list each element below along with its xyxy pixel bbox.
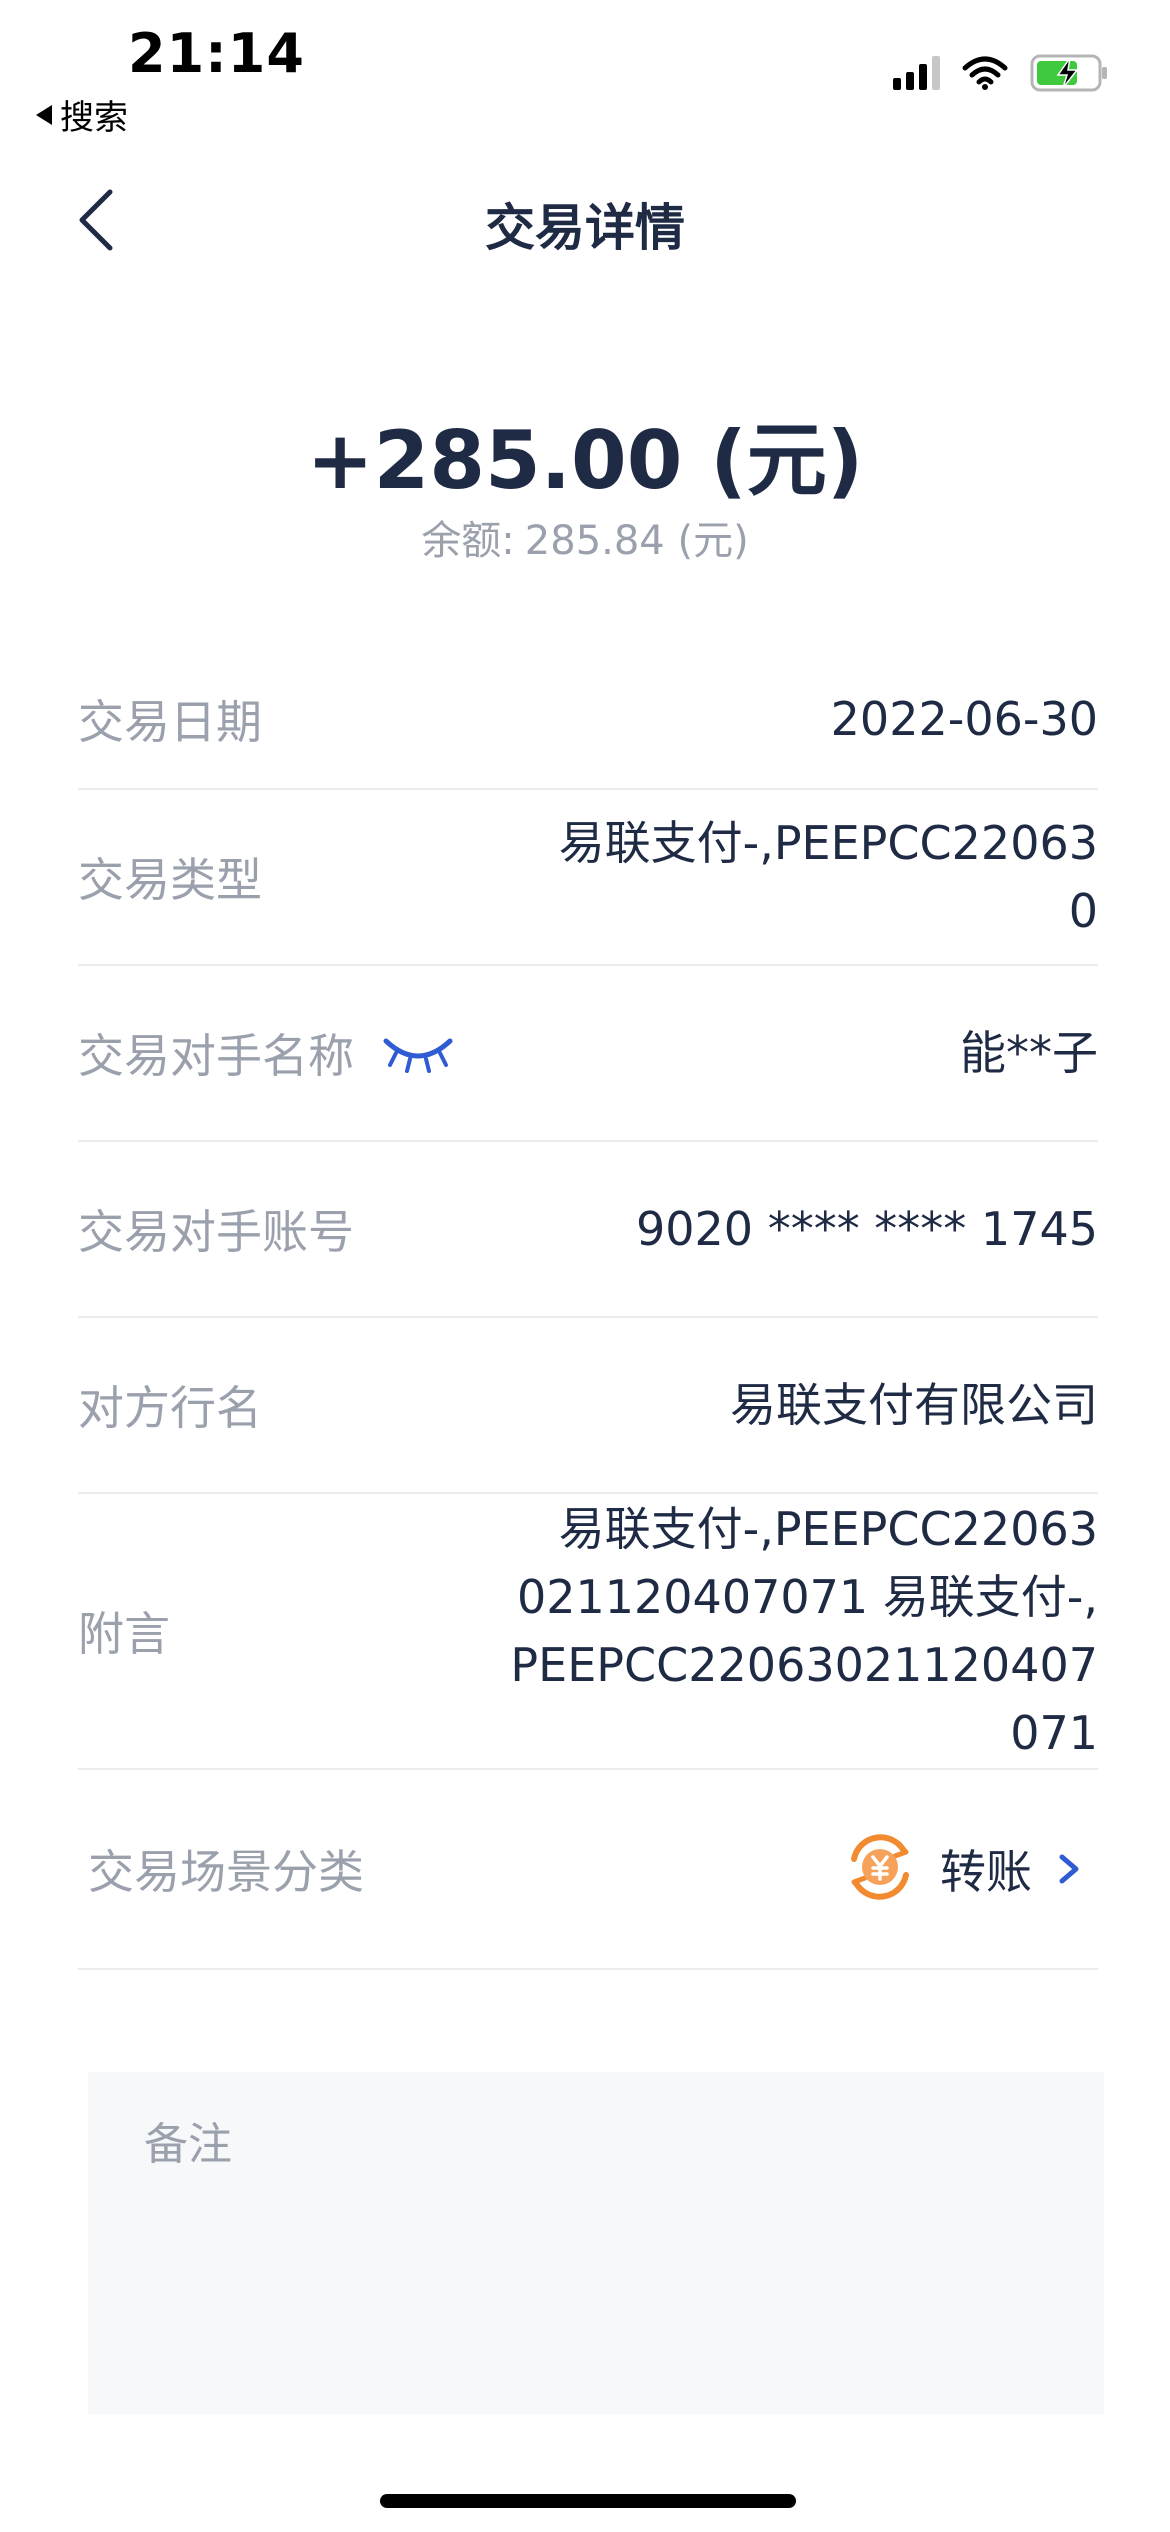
eye-closed-icon[interactable] — [382, 1033, 454, 1073]
detail-label-text: 交易对手名称 — [78, 1029, 354, 1083]
back-to-app-label: 搜索 — [60, 98, 128, 138]
status-bar: 21:14 搜索 — [0, 0, 1170, 140]
detail-label: 交易类型 — [78, 853, 262, 907]
detail-value: 易联支付-,PEEPCC22063 0 — [559, 809, 1098, 945]
status-icons — [893, 54, 1110, 92]
detail-value: 能**子 — [960, 1026, 1098, 1080]
detail-value-line: PEEPCC22063021120407 — [510, 1638, 1098, 1692]
detail-row-bank-name: 对方行名 易联支付有限公司 — [78, 1318, 1098, 1494]
status-time: 21:14 — [128, 22, 305, 85]
remark-input[interactable]: 备注 — [88, 2072, 1104, 2414]
signal-icon — [893, 56, 940, 90]
detail-list: 交易日期 2022-06-30 交易类型 易联支付-,PEEPCC22063 0… — [78, 650, 1098, 1970]
detail-value-line: 0 — [1068, 884, 1098, 938]
scene-category[interactable]: 转账 — [842, 1829, 1084, 1909]
detail-row-postscript: 附言 易联支付-,PEEPCC22063 021120407071 易联支付-,… — [78, 1494, 1098, 1770]
detail-label: 交易日期 — [78, 695, 262, 749]
chevron-right-icon — [1054, 1849, 1084, 1889]
detail-label: 交易对手账号 — [78, 1205, 354, 1259]
back-triangle-icon — [36, 104, 52, 125]
detail-label: 对方行名 — [78, 1381, 262, 1435]
scene-value: 转账 — [940, 1845, 1032, 1899]
battery-charging-icon — [1030, 54, 1110, 92]
detail-value-line: 易联支付-,PEEPCC22063 — [558, 816, 1098, 870]
detail-label: 附言 — [78, 1607, 170, 1661]
detail-row-counterparty-name: 交易对手名称 能**子 — [78, 966, 1098, 1142]
home-indicator[interactable] — [380, 2494, 796, 2508]
detail-row-date: 交易日期 2022-06-30 — [78, 650, 1098, 790]
back-to-app-link[interactable]: 搜索 — [36, 90, 128, 139]
balance-text: 余额: 285.84 (元) — [0, 508, 1170, 566]
balance-label: 余额: — [421, 518, 515, 564]
detail-value-line: 易联支付-,PEEPCC22063 — [558, 1502, 1098, 1556]
detail-value: 易联支付有限公司 — [730, 1378, 1098, 1432]
detail-row-counterparty-account: 交易对手账号 9020 **** **** 1745 — [78, 1142, 1098, 1318]
nav-bar: 交易详情 — [0, 160, 1170, 280]
detail-value: 易联支付-,PEEPCC22063 021120407071 易联支付-, PE… — [510, 1495, 1098, 1767]
transaction-amount: +285.00 (元) — [306, 414, 864, 507]
remark-placeholder: 备注 — [144, 2119, 232, 2170]
detail-label: 交易对手名称 — [78, 1020, 454, 1086]
detail-value: 9020 **** **** 1745 — [636, 1202, 1098, 1256]
detail-row-scene[interactable]: 交易场景分类 转账 — [78, 1770, 1098, 1970]
detail-label: 交易场景分类 — [88, 1845, 364, 1899]
balance-value: 285.84 (元) — [524, 518, 749, 564]
detail-row-type: 交易类型 易联支付-,PEEPCC22063 0 — [78, 790, 1098, 966]
transfer-yuan-icon — [842, 1829, 918, 1909]
page-title: 交易详情 — [485, 199, 685, 257]
wifi-icon — [962, 56, 1008, 90]
detail-value: 2022-06-30 — [830, 692, 1098, 746]
detail-value-line: 021120407071 易联支付-, — [516, 1570, 1098, 1624]
detail-value-line: 071 — [1010, 1706, 1098, 1760]
